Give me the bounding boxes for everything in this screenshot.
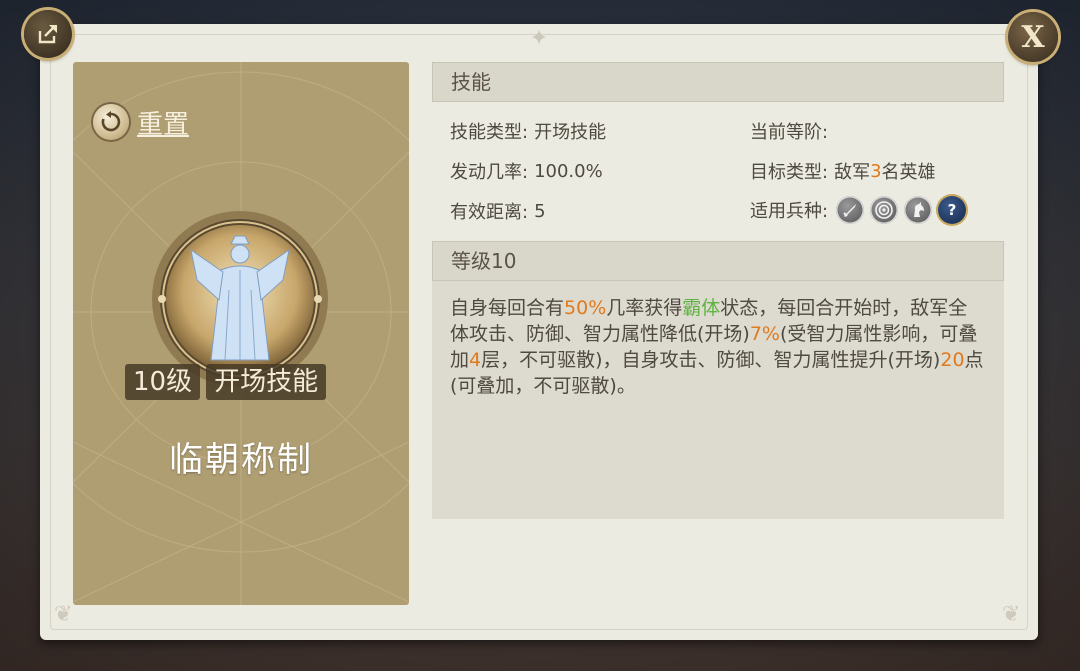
- trigger-rate-row: 发动几率: 100.0%: [450, 158, 603, 184]
- skill-card: 重置 10级 开场技能 临朝称制: [73, 62, 409, 605]
- cavalry-horse-icon[interactable]: [904, 196, 933, 224]
- skill-portrait: [151, 210, 329, 388]
- current-rank-label: 当前等阶:: [750, 122, 829, 143]
- desc-text: 层，不可驱散)，自身攻击、防御、智力属性提升(开场): [481, 349, 941, 371]
- skill-description: 自身每回合有50%几率获得霸体状态，每回合开始时，敌军全体攻击、防御、智力属性降…: [432, 281, 1004, 519]
- refresh-icon: [93, 104, 129, 140]
- close-icon: X: [1021, 19, 1045, 55]
- svg-text:?: ?: [948, 201, 957, 219]
- reset-label: 重置: [137, 109, 190, 140]
- skill-tags: 10级 开场技能: [125, 364, 327, 400]
- corner-ornament-icon: ❦: [1002, 602, 1021, 627]
- current-rank-row: 当前等阶:: [750, 118, 828, 144]
- bow-target-icon[interactable]: [870, 196, 899, 224]
- skill-type-row: 技能类型: 开场技能: [450, 118, 606, 144]
- desc-status-highlight: 霸体: [682, 297, 721, 319]
- skill-type-label: 技能类型:: [450, 122, 529, 143]
- corner-ornament-icon: ❦: [54, 602, 73, 627]
- target-type-label: 目标类型:: [750, 162, 829, 183]
- skill-type-tag: 开场技能: [206, 364, 327, 400]
- share-icon: [38, 25, 57, 44]
- sword-icon[interactable]: [836, 196, 865, 224]
- range-value: 5: [534, 200, 546, 222]
- desc-highlight: 4: [469, 349, 482, 371]
- range-row: 有效距离: 5: [450, 198, 546, 224]
- desc-highlight: 7%: [749, 323, 780, 345]
- unit-types-label: 适用兵种:: [750, 201, 829, 222]
- target-type-row: 目标类型: 敌军 3 名英雄: [750, 158, 936, 184]
- compass-ornament-icon: ✦: [529, 26, 549, 51]
- unit-icons: ?: [836, 196, 967, 224]
- range-label: 有效距离:: [450, 202, 529, 223]
- trigger-rate-value: 100.0%: [534, 160, 603, 182]
- level-section-header: 等级10: [432, 241, 1004, 281]
- skill-type-value: 开场技能: [534, 122, 607, 143]
- desc-text: 自身每回合有: [450, 297, 565, 319]
- unit-types-row: 适用兵种: ?: [750, 196, 967, 224]
- reset-button[interactable]: 重置: [93, 102, 189, 142]
- desc-text: 几率获得: [606, 297, 683, 319]
- skill-level-tag: 10级: [125, 364, 201, 400]
- desc-highlight: 20: [940, 349, 965, 371]
- share-button[interactable]: [24, 10, 72, 58]
- question-icon[interactable]: ?: [938, 196, 967, 224]
- desc-highlight: 50%: [564, 297, 607, 319]
- target-count: 3: [870, 160, 882, 182]
- trigger-rate-label: 发动几率:: [450, 162, 529, 183]
- close-button[interactable]: X: [1008, 12, 1058, 62]
- target-suffix: 名英雄: [881, 162, 936, 183]
- target-prefix: 敌军: [834, 162, 871, 183]
- skill-name: 临朝称制: [169, 440, 313, 480]
- skills-section-header: 技能: [432, 62, 1004, 102]
